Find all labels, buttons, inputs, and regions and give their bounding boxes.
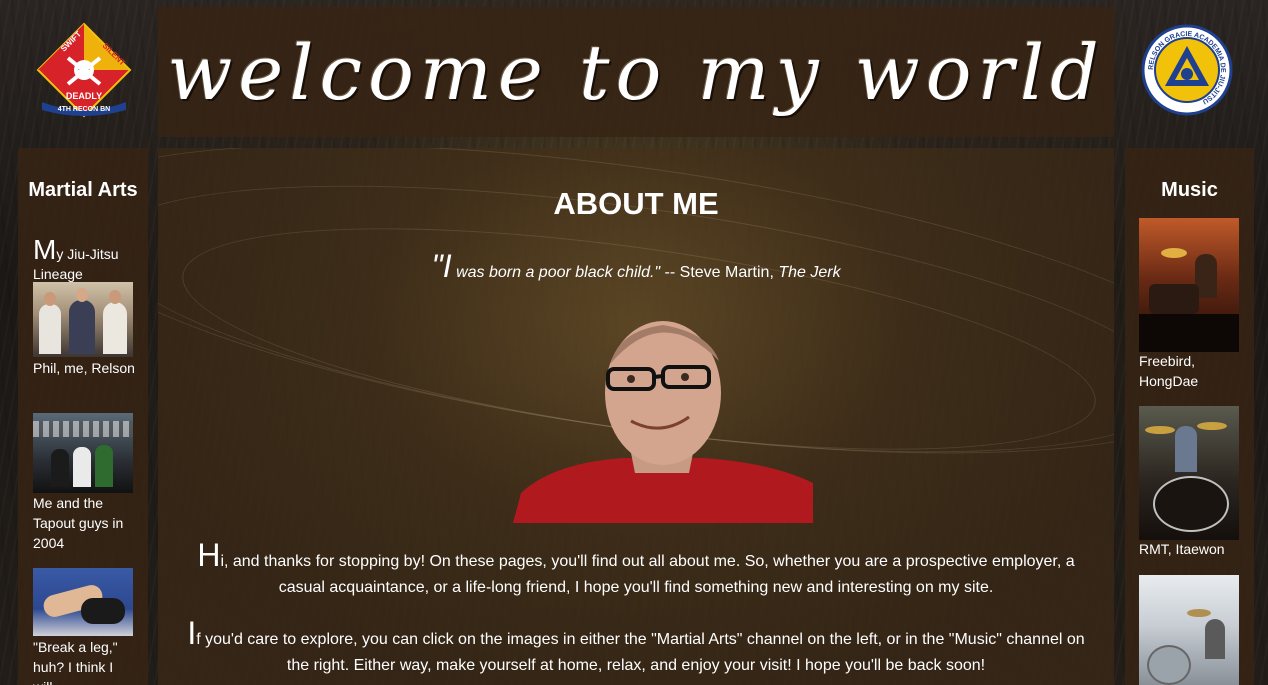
portrait-photo	[513, 303, 813, 523]
jiu-jitsu-lineage-photo[interactable]	[33, 282, 133, 357]
caption-freebird: Freebird, HongDae	[1139, 353, 1199, 389]
explore-dropcap: I	[187, 615, 197, 651]
caption-lineage: Phil, me, Relson	[33, 360, 135, 376]
quote-open: "I	[431, 248, 452, 284]
intro-text: i, and thanks for stopping by! On these …	[220, 553, 1075, 596]
page-title: welcome to my world	[167, 27, 1105, 117]
recon-battalion-emblem-icon[interactable]: SWIFT SILENT DEADLY 4TH RECON BN	[34, 22, 134, 118]
grappling-photo[interactable]	[33, 568, 133, 636]
sidebar-heading-music: Music	[1161, 179, 1218, 201]
explore-paragraph: If you'd care to explore, you can click …	[178, 617, 1094, 679]
drummer-photo-3[interactable]	[1139, 575, 1239, 685]
about-me-heading: ABOUT ME	[553, 186, 719, 221]
explore-text: f you'd care to explore, you can click o…	[196, 631, 1085, 674]
quote-text: was born a poor black child."	[451, 264, 661, 281]
drummer-photo-1[interactable]	[1139, 218, 1239, 352]
tapout-photo[interactable]	[33, 413, 133, 493]
relson-gracie-academy-emblem-icon[interactable]: RELSON GRACIE ACADEMIA DE JIU-JITSU	[1141, 24, 1233, 116]
lineage-dropcap: M	[33, 234, 57, 265]
sidebar-martial-arts: Martial Arts My Jiu-Jitsu Lineage Phil, …	[18, 148, 148, 685]
logo-text-deadly: DEADLY	[66, 91, 102, 101]
intro-paragraph: Hi, and thanks for stopping by! On these…	[178, 539, 1094, 601]
sidebar-music: Music Freebird, HongDae RMT, Itaewon	[1125, 148, 1254, 685]
logo-text-recon: 4TH RECON BN	[58, 106, 111, 113]
sidebar-heading-martial-arts: Martial Arts	[28, 179, 138, 201]
drummer-photo-2[interactable]	[1139, 406, 1239, 540]
caption-rmt: RMT, Itaewon	[1139, 541, 1225, 557]
caption-tapout: Me and the Tapout guys in 2004	[33, 495, 124, 551]
intro-dropcap: H	[197, 537, 221, 573]
quote: "I was born a poor black child." -- Stev…	[158, 248, 1114, 285]
quote-source: The Jerk	[778, 264, 841, 281]
header-banner: welcome to my world	[158, 7, 1114, 137]
about-me-content: ABOUT ME "I was born a poor black child.…	[158, 148, 1114, 685]
caption-grappling: "Break a leg," huh? I think I will...	[33, 639, 118, 685]
lineage-link[interactable]: My Jiu-Jitsu Lineage	[33, 236, 141, 284]
quote-attribution: -- Steve Martin,	[660, 264, 779, 281]
